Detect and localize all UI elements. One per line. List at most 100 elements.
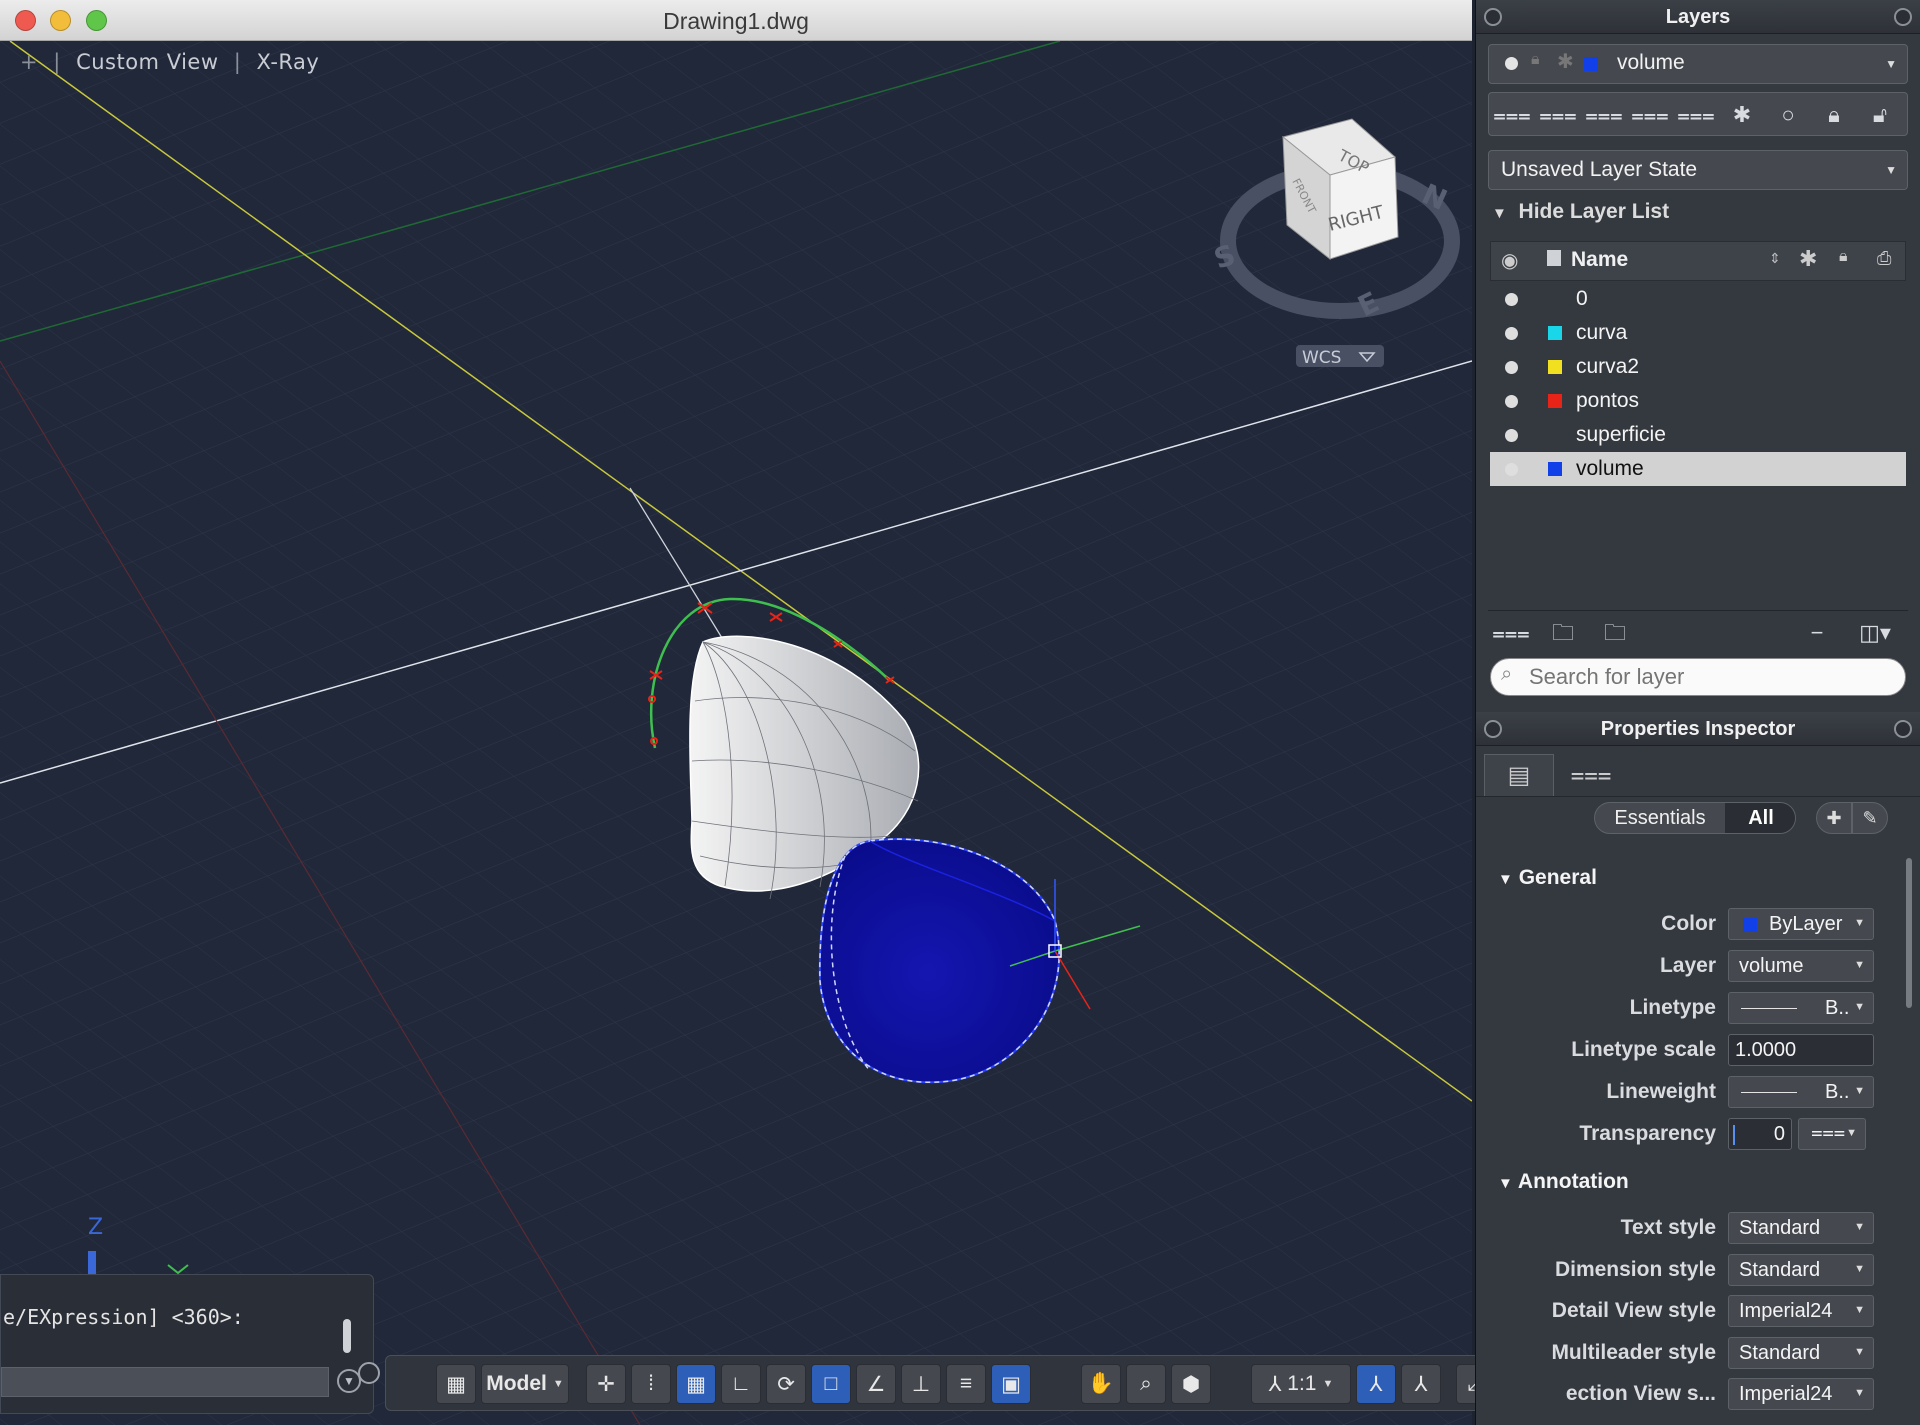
- column-settings-icon[interactable]: ◫▾: [1850, 614, 1900, 652]
- annotation-scale-button[interactable]: ⅄ 1:1 ▼: [1251, 1364, 1351, 1404]
- pan-hand-icon[interactable]: ✋: [1081, 1364, 1121, 1404]
- grid-display-icon[interactable]: ▦: [676, 1364, 716, 1404]
- layer-dropdown[interactable]: volume ▼: [1728, 950, 1874, 982]
- freeze-layer-icon[interactable]: ✱: [1723, 96, 1761, 134]
- new-layer-footer-icon[interactable]: ⩶: [1492, 614, 1530, 652]
- layer-color-swatch[interactable]: [1548, 462, 1562, 476]
- lock-column-icon[interactable]: 🔒︎: [1839, 248, 1848, 266]
- model-layout-button[interactable]: Model ▼: [481, 1364, 569, 1404]
- transparency-icon[interactable]: ▣: [991, 1364, 1031, 1404]
- detail-view-style-dropdown[interactable]: Imperial24 ▼: [1728, 1295, 1874, 1327]
- properties-scrollbar[interactable]: [1906, 858, 1912, 1008]
- layouts-icon[interactable]: ▦: [436, 1364, 476, 1404]
- detail-view-style-value: Imperial24: [1739, 1300, 1833, 1322]
- layer-row[interactable]: 0: [1490, 282, 1906, 316]
- object-properties-tab-icon[interactable]: ▤: [1484, 754, 1554, 796]
- dimension-style-dropdown[interactable]: Standard ▼: [1728, 1254, 1874, 1286]
- isolate-layer-icon[interactable]: ⩶: [1677, 96, 1715, 134]
- layer-row[interactable]: volume: [1490, 452, 1906, 486]
- print-column-icon[interactable]: ⎙: [1877, 248, 1891, 269]
- delete-layer-icon[interactable]: ⩶: [1539, 96, 1577, 134]
- all-tab[interactable]: All: [1725, 803, 1795, 833]
- set-current-layer-icon[interactable]: ⩶: [1585, 96, 1623, 134]
- unlock-layer-icon[interactable]: 🔓︎: [1861, 96, 1899, 134]
- color-dropdown[interactable]: ByLayer ▼: [1728, 908, 1874, 940]
- transparency-mode-dropdown[interactable]: ⩶ ▼: [1798, 1118, 1866, 1150]
- layer-state-label: Unsaved Layer State: [1501, 158, 1698, 181]
- layer-row[interactable]: curva: [1490, 316, 1906, 350]
- snap-grid-icon[interactable]: ⁞: [631, 1364, 671, 1404]
- quick-select-icon[interactable]: ✚: [1816, 802, 1852, 834]
- annotation-section-title: Annotation: [1517, 1170, 1629, 1193]
- ortho-icon[interactable]: ∟: [721, 1364, 761, 1404]
- lock-layer-icon[interactable]: 🔒︎: [1815, 96, 1853, 134]
- visibility-icon[interactable]: [1505, 463, 1518, 476]
- annotation-section-header[interactable]: ▼ Annotation: [1498, 1170, 1629, 1194]
- dynamic-ucs-icon[interactable]: ⊥: [901, 1364, 941, 1404]
- name-column-header[interactable]: Name: [1571, 248, 1628, 272]
- visibility-icon[interactable]: [1505, 361, 1518, 374]
- layer-search-field[interactable]: ⌕: [1490, 658, 1906, 696]
- layer-state-dropdown[interactable]: Unsaved Layer State ▼: [1488, 150, 1908, 190]
- essentials-tab[interactable]: Essentials: [1595, 803, 1725, 833]
- linetype-dropdown[interactable]: B.. ▼: [1728, 992, 1874, 1024]
- color-column-icon[interactable]: [1547, 250, 1561, 266]
- polar-tracking-icon[interactable]: ⟳: [766, 1364, 806, 1404]
- zoom-magnifier-icon[interactable]: ⌕: [1126, 1364, 1166, 1404]
- match-layer-icon[interactable]: ⩶: [1631, 96, 1669, 134]
- object-snap-icon[interactable]: □: [811, 1364, 851, 1404]
- layer-row[interactable]: superficie: [1490, 418, 1906, 452]
- visibility-icon[interactable]: [1505, 429, 1518, 442]
- hide-layer-list-toggle[interactable]: ▼ Hide Layer List: [1492, 200, 1669, 224]
- transparency-input[interactable]: 0: [1728, 1118, 1792, 1150]
- new-filter-folder-icon[interactable]: 🗀: [1596, 614, 1634, 652]
- transparency-slider[interactable]: [1733, 1125, 1735, 1145]
- pick-object-icon[interactable]: ✎: [1852, 802, 1888, 834]
- new-group-folder-icon[interactable]: 🗀: [1544, 614, 1582, 652]
- eye-icon[interactable]: ◉: [1501, 248, 1518, 273]
- layer-color-swatch[interactable]: [1548, 326, 1562, 340]
- layer-properties-tab-icon[interactable]: ⩶: [1556, 754, 1626, 796]
- current-layer-dropdown[interactable]: 🔒︎ ✱ volume ▼: [1488, 44, 1908, 84]
- linetype-scale-input[interactable]: 1.0000: [1728, 1034, 1874, 1066]
- panel-close-button[interactable]: [1894, 8, 1912, 26]
- command-input[interactable]: [1, 1367, 329, 1397]
- view-menu[interactable]: Custom View: [76, 50, 218, 74]
- annotation-visibility-icon[interactable]: ⅄: [1356, 1364, 1396, 1404]
- window-title: Drawing1.dwg: [663, 8, 809, 34]
- viewport-menu-button[interactable]: +: [20, 50, 38, 74]
- properties-inspector-panel: Properties Inspector ▤ ⩶ Essentials All …: [1475, 712, 1920, 1425]
- visibility-icon[interactable]: [1505, 327, 1518, 340]
- layer-row[interactable]: pontos: [1490, 384, 1906, 418]
- lineweight-icon[interactable]: ≡: [946, 1364, 986, 1404]
- status-bar-grip[interactable]: [358, 1362, 380, 1384]
- freeze-column-icon[interactable]: ✱: [1799, 246, 1817, 272]
- orbit-cube-icon[interactable]: ⬢: [1171, 1364, 1211, 1404]
- snap-cursor-icon[interactable]: ✛: [586, 1364, 626, 1404]
- drawing-viewport[interactable]: TOP RIGHT FRONT N S E WCS Z + | Custom V…: [0, 41, 1472, 1425]
- auto-scale-icon[interactable]: ⅄: [1401, 1364, 1441, 1404]
- visual-style-menu[interactable]: X-Ray: [256, 50, 319, 74]
- general-section-header[interactable]: ▼ General: [1498, 866, 1597, 890]
- sort-icon[interactable]: ⇕: [1769, 250, 1781, 267]
- visibility-icon[interactable]: [1505, 395, 1518, 408]
- model-space-canvas[interactable]: TOP RIGHT FRONT N S E WCS Z: [0, 41, 1472, 1425]
- disclosure-triangle-icon: ▼: [1492, 205, 1507, 222]
- text-style-dropdown[interactable]: Standard ▼: [1728, 1212, 1874, 1244]
- command-line[interactable]: e/EXpression] <360>: ▼: [0, 1274, 374, 1414]
- new-layer-icon[interactable]: ⩶: [1493, 96, 1531, 134]
- layer-search-input[interactable]: [1527, 662, 1887, 692]
- layer-color-swatch[interactable]: [1548, 360, 1562, 374]
- command-scrollbar[interactable]: [343, 1319, 351, 1353]
- lineweight-dropdown[interactable]: B.. ▼: [1728, 1076, 1874, 1108]
- layer-row[interactable]: curva2: [1490, 350, 1906, 384]
- multileader-style-dropdown[interactable]: Standard ▼: [1728, 1337, 1874, 1369]
- linetype-label: Linetype: [1629, 996, 1716, 1019]
- section-view-style-dropdown[interactable]: Imperial24 ▼: [1728, 1378, 1874, 1410]
- visibility-icon[interactable]: [1505, 293, 1518, 306]
- object-snap-tracking-icon[interactable]: ∠: [856, 1364, 896, 1404]
- panel-close-button[interactable]: [1894, 720, 1912, 738]
- layer-color-swatch[interactable]: [1548, 394, 1562, 408]
- off-layer-icon[interactable]: ○: [1769, 96, 1807, 134]
- delete-minus-icon[interactable]: −: [1798, 614, 1836, 652]
